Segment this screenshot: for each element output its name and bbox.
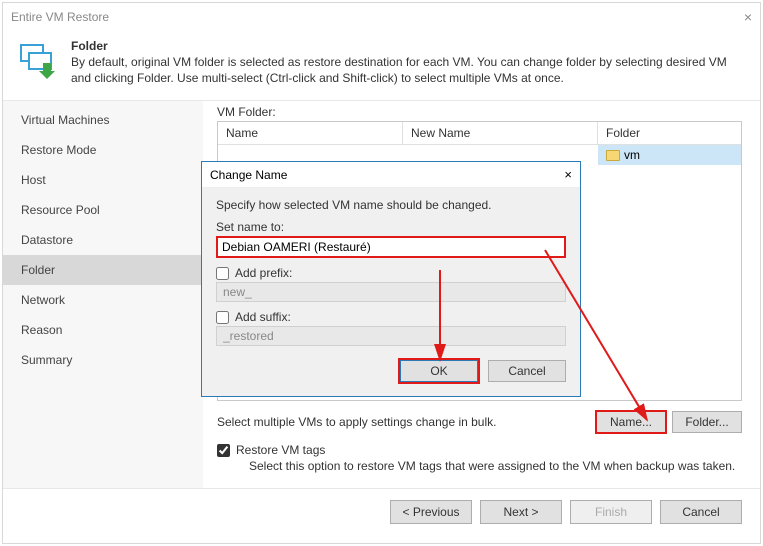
cell-folder-text: vm [624, 148, 640, 162]
bulk-row: Select multiple VMs to apply settings ch… [217, 411, 742, 433]
dialog-body: Specify how selected VM name should be c… [202, 188, 580, 396]
sidebar-item-summary[interactable]: Summary [3, 345, 203, 375]
folder-button[interactable]: Folder... [672, 411, 742, 433]
add-prefix-label: Add prefix: [235, 266, 292, 280]
sidebar-item-resource-pool[interactable]: Resource Pool [3, 195, 203, 225]
dialog-buttons: OK Cancel [216, 360, 566, 382]
name-button[interactable]: Name... [596, 411, 666, 433]
folder-restore-icon [17, 39, 59, 81]
sidebar-item-virtual-machines[interactable]: Virtual Machines [3, 105, 203, 135]
add-suffix-checkbox[interactable] [216, 311, 229, 324]
header-title: Folder [71, 39, 746, 53]
add-prefix-row[interactable]: Add prefix: [216, 266, 566, 280]
col-folder[interactable]: Folder [598, 122, 741, 144]
bulk-text: Select multiple VMs to apply settings ch… [217, 415, 590, 429]
sidebar-item-datastore[interactable]: Datastore [3, 225, 203, 255]
sidebar-item-restore-mode[interactable]: Restore Mode [3, 135, 203, 165]
sidebar-item-network[interactable]: Network [3, 285, 203, 315]
restore-tags: Restore VM tags Select this option to re… [217, 443, 742, 473]
suffix-input [216, 326, 566, 346]
col-name[interactable]: Name [218, 122, 403, 144]
table-header: Name New Name Folder [218, 122, 741, 145]
dialog-close-icon[interactable]: × [564, 167, 572, 182]
dialog-title: Change Name [210, 168, 287, 182]
header-desc: By default, original VM folder is select… [71, 55, 746, 86]
col-new-name[interactable]: New Name [403, 122, 598, 144]
header-text: Folder By default, original VM folder is… [71, 39, 746, 86]
finish-button: Finish [570, 500, 652, 524]
restore-tags-desc: Select this option to restore VM tags th… [249, 459, 742, 473]
titlebar: Entire VM Restore × [3, 3, 760, 31]
next-button[interactable]: Next > [480, 500, 562, 524]
header: Folder By default, original VM folder is… [3, 31, 760, 100]
sidebar-item-reason[interactable]: Reason [3, 315, 203, 345]
folder-icon [606, 150, 620, 161]
restore-tags-checkbox[interactable] [217, 444, 230, 457]
sidebar: Virtual Machines Restore Mode Host Resou… [3, 101, 203, 488]
dialog-instruction: Specify how selected VM name should be c… [216, 198, 566, 212]
set-name-label: Set name to: [216, 220, 566, 234]
close-icon[interactable]: × [744, 9, 752, 25]
cancel-button[interactable]: Cancel [660, 500, 742, 524]
restore-tags-text: Restore VM tags [236, 443, 325, 457]
name-input[interactable] [216, 236, 566, 258]
dialog-titlebar: Change Name × [202, 162, 580, 188]
vm-folder-label: VM Folder: [217, 105, 742, 119]
sidebar-item-folder[interactable]: Folder [3, 255, 203, 285]
change-name-dialog: Change Name × Specify how selected VM na… [201, 161, 581, 397]
ok-button[interactable]: OK [400, 360, 478, 382]
window-title: Entire VM Restore [11, 10, 109, 24]
sidebar-item-host[interactable]: Host [3, 165, 203, 195]
add-suffix-row[interactable]: Add suffix: [216, 310, 566, 324]
prefix-input [216, 282, 566, 302]
cell-folder: vm [598, 145, 741, 165]
restore-tags-checkbox-label[interactable]: Restore VM tags [217, 443, 742, 457]
add-prefix-checkbox[interactable] [216, 267, 229, 280]
dialog-cancel-button[interactable]: Cancel [488, 360, 566, 382]
previous-button[interactable]: < Previous [390, 500, 472, 524]
add-suffix-label: Add suffix: [235, 310, 291, 324]
footer: < Previous Next > Finish Cancel [3, 488, 760, 534]
